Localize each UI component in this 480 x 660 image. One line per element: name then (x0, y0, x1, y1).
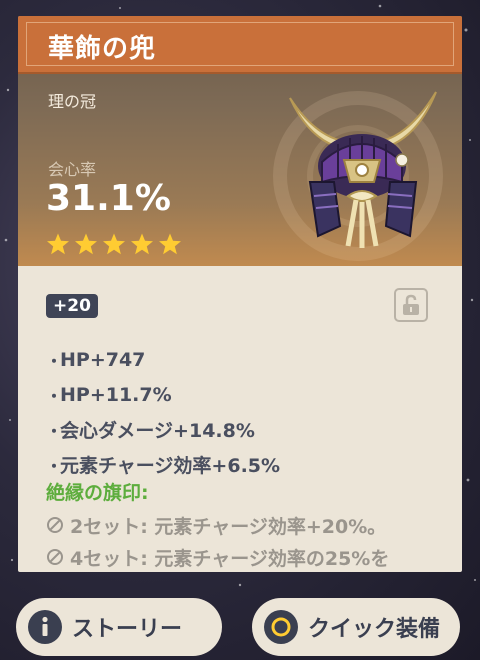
info-icon (28, 610, 62, 644)
artifact-card: 華飾の兜 理の冠 会心率 31.1% +20 ・ HP+747 ・ HP+11.… (18, 16, 462, 572)
main-stat-label: 会心率 (48, 160, 97, 179)
set-bonus-2: 2セット: 元素チャージ効率+20%。 (46, 510, 386, 540)
quick-equip-button-label: クイック装備 (308, 617, 441, 642)
star-icon (47, 233, 69, 255)
story-button[interactable]: ストーリー (16, 598, 222, 656)
lock-toggle-button[interactable] (394, 288, 428, 322)
lock-open-icon (403, 294, 419, 315)
disabled-slash-icon (47, 549, 63, 565)
star-icon (159, 233, 181, 255)
quick-equip-button[interactable]: クイック装備 (252, 598, 460, 656)
rarity-stars (46, 232, 182, 256)
story-button-label: ストーリー (72, 617, 183, 642)
artifact-name: 華飾の兜 (48, 34, 157, 64)
kabuto-helmet-image (289, 91, 437, 248)
star-icon (103, 233, 125, 255)
main-stat-value: 31.1% (46, 178, 171, 219)
set-name: 絶縁の旗印: (46, 482, 149, 504)
sub-stat-item: ・ 元素チャージ効率+6.5% (46, 455, 281, 477)
sub-stat-item: ・ HP+11.7% (46, 383, 172, 406)
level-badge: +20 (46, 294, 98, 318)
disabled-slash-icon (47, 517, 63, 533)
sub-stat-item: ・ HP+747 (46, 348, 146, 371)
sub-stats-list: ・ HP+747 ・ HP+11.7% ・ 会心ダメージ+14.8% ・ 元素チ… (46, 342, 280, 482)
circle-button-icon (264, 610, 298, 644)
set-bonus-4: 4セット: 元素チャージ効率の25%を (46, 542, 389, 572)
star-icon (131, 233, 153, 255)
sub-stat-item: ・ 会心ダメージ+14.8% (46, 420, 255, 442)
star-icon (75, 233, 97, 255)
artifact-slot: 理の冠 (48, 92, 97, 111)
